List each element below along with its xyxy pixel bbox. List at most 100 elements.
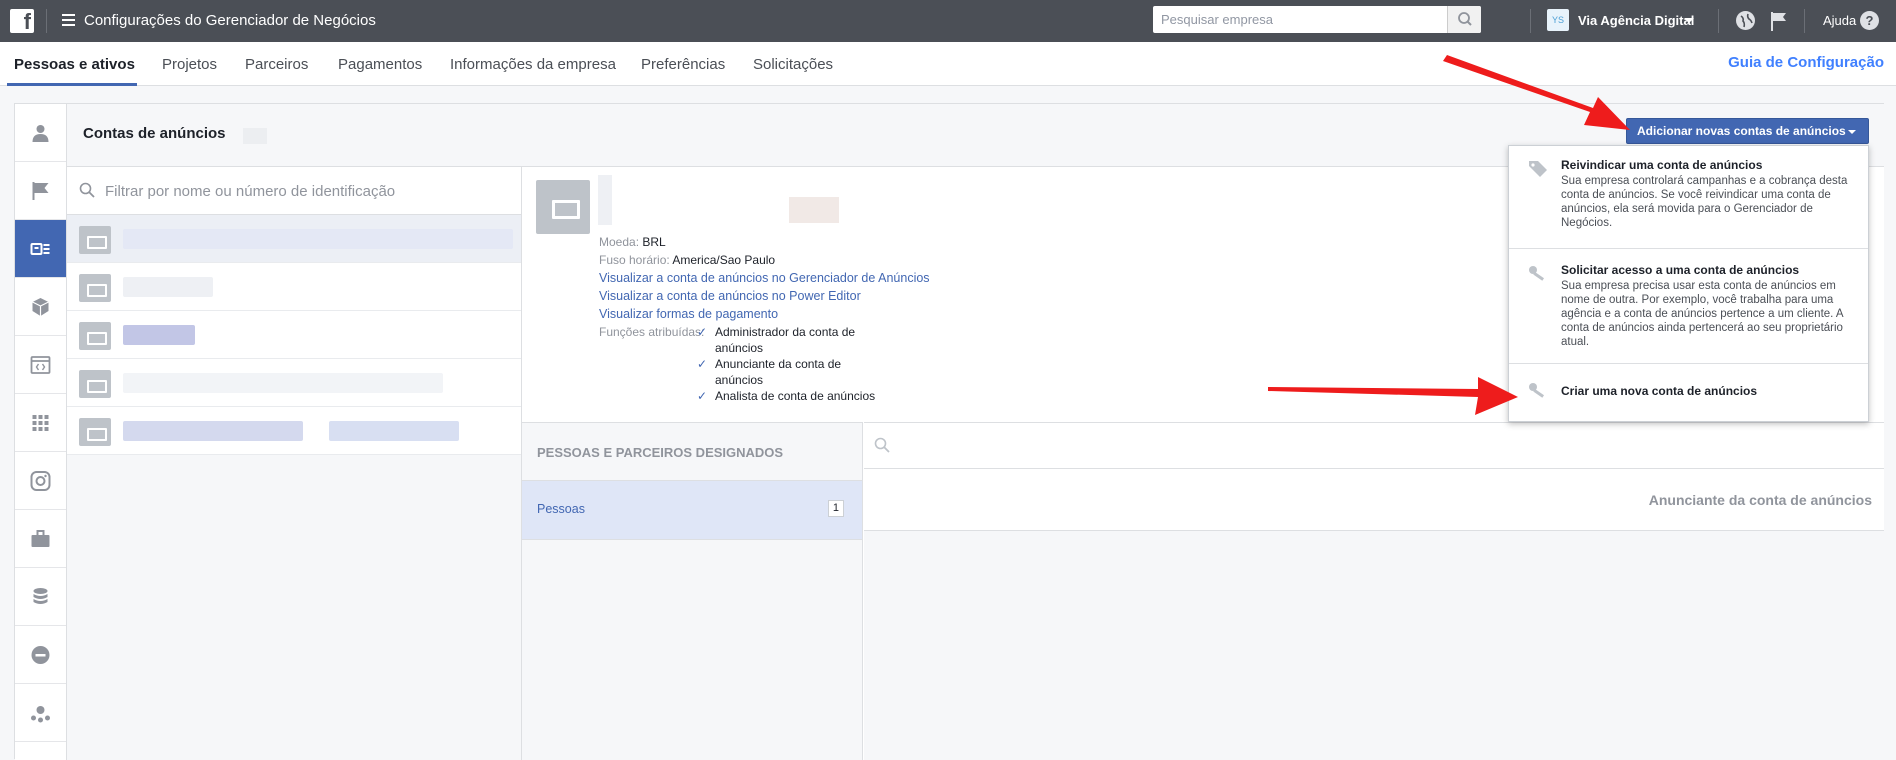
currency-row: Moeda: BRL <box>599 235 666 249</box>
rail-pages[interactable] <box>15 162 66 220</box>
people-count-badge: 1 <box>827 500 844 517</box>
menu-item-description: Sua empresa precisa usar esta conta de a… <box>1561 280 1843 348</box>
business-search-input[interactable] <box>1153 6 1443 33</box>
rail-apps[interactable] <box>15 394 66 452</box>
people-tab-label: Pessoas <box>537 502 585 516</box>
rail-catalogs[interactable] <box>15 278 66 336</box>
rail-offline-events[interactable] <box>15 568 66 626</box>
instagram-icon <box>30 471 51 491</box>
network-icon <box>31 706 50 723</box>
menu-item-claim[interactable]: Reivindicar uma conta de anúncios Sua em… <box>1509 146 1868 249</box>
chevron-down-icon <box>1848 130 1856 134</box>
people-tab[interactable]: Pessoas 1 <box>522 481 862 540</box>
tab-preferences[interactable]: Preferências <box>641 56 725 73</box>
app-title: Configurações do Gerenciador de Negócios <box>84 12 376 29</box>
asset-type-rail <box>15 104 67 760</box>
globe-icon[interactable] <box>1736 11 1755 30</box>
tab-partners[interactable]: Parceiros <box>245 56 308 73</box>
rail-block-lists[interactable] <box>15 626 66 684</box>
redacted-text <box>123 421 303 441</box>
add-ad-accounts-button[interactable]: Adicionar novas contas de anúncios <box>1626 118 1869 144</box>
menu-item-create-new[interactable]: Criar uma nova conta de anúncios <box>1509 364 1868 421</box>
key-icon <box>1529 266 1545 281</box>
list-item[interactable] <box>67 215 521 263</box>
timezone-row: Fuso horário: America/Sao Paulo <box>599 253 775 267</box>
person-role: Anunciante da conta de anúncios <box>1648 492 1872 508</box>
role-admin-cont: anúncios <box>715 341 764 355</box>
tab-requests[interactable]: Solicitações <box>753 56 833 73</box>
menu-item-title: Reivindicar uma conta de anúncios <box>1561 158 1763 172</box>
briefcase-icon <box>31 530 50 547</box>
key-icon <box>1529 383 1545 398</box>
search-button[interactable] <box>1447 6 1481 33</box>
role-advertiser-cont: anúncios <box>715 373 764 387</box>
view-in-power-editor-link[interactable]: Visualizar a conta de anúncios no Power … <box>599 289 861 303</box>
chevron-down-icon[interactable] <box>1684 18 1694 23</box>
list-item[interactable] <box>67 359 521 407</box>
list-item[interactable] <box>67 263 521 311</box>
tab-payments[interactable]: Pagamentos <box>338 56 422 73</box>
list-item[interactable] <box>67 311 521 359</box>
assigned-people-header: PESSOAS E PARCEIROS DESIGNADOS <box>522 423 862 481</box>
redacted-text <box>123 277 213 297</box>
tab-projects[interactable]: Projetos <box>162 56 217 73</box>
facebook-logo-icon[interactable]: f <box>10 9 34 34</box>
assigned-roles-label: Funções atribuídas: <box>599 325 705 339</box>
rail-people[interactable] <box>15 104 66 162</box>
blocked-icon <box>31 646 50 664</box>
checkmark-icon: ✓ <box>697 325 708 339</box>
database-icon <box>33 588 48 604</box>
role-analyst: Analista de conta de anúncios <box>715 389 876 403</box>
flag-icon <box>32 182 49 200</box>
ad-account-icon <box>79 418 111 446</box>
cube-icon <box>32 298 49 316</box>
assigned-people-section: PESSOAS E PARCEIROS DESIGNADOS Pessoas 1 <box>522 422 863 760</box>
search-icon <box>79 182 95 198</box>
ad-account-list <box>67 167 522 760</box>
currency-label: Moeda: <box>599 235 640 249</box>
role-advertiser: Anunciante da conta de <box>715 357 842 371</box>
tab-people-assets[interactable]: Pessoas e ativos <box>14 56 135 73</box>
section-title: Contas de anúncios <box>83 125 226 142</box>
rail-ad-accounts[interactable] <box>15 220 66 278</box>
redacted-block <box>243 128 267 144</box>
divider <box>1804 9 1805 33</box>
people-search[interactable] <box>864 423 1884 469</box>
filter-input[interactable] <box>103 180 503 202</box>
ad-account-icon <box>79 322 111 350</box>
help-icon[interactable]: ? <box>1860 11 1879 30</box>
business-search <box>1153 6 1481 33</box>
tag-icon <box>1529 161 1547 177</box>
business-avatar[interactable]: YS <box>1547 9 1569 31</box>
flag-icon[interactable] <box>1770 11 1788 31</box>
rail-pixels[interactable] <box>15 336 66 394</box>
assigned-people-title: PESSOAS E PARCEIROS DESIGNADOS <box>537 445 784 460</box>
currency-value: BRL <box>642 235 666 249</box>
redacted-text <box>123 373 443 393</box>
rail-instagram[interactable] <box>15 452 66 510</box>
view-in-ads-manager-link[interactable]: Visualizar a conta de anúncios no Gerenc… <box>599 271 930 285</box>
redacted-text <box>123 229 513 249</box>
view-payment-methods-link[interactable]: Visualizar formas de pagamento <box>599 307 778 321</box>
tab-business-info[interactable]: Informações da empresa <box>450 56 616 73</box>
redacted-text <box>123 325 195 345</box>
menu-icon[interactable] <box>62 14 75 26</box>
rail-business-assets[interactable] <box>15 510 66 568</box>
active-tab-indicator <box>7 83 137 86</box>
top-bar: f Configurações do Gerenciador de Negóci… <box>0 0 1896 42</box>
apps-grid-icon <box>32 415 49 431</box>
list-item[interactable] <box>67 407 521 455</box>
timezone-label: Fuso horário: <box>599 253 670 267</box>
menu-item-request-access[interactable]: Solicitar acesso a uma conta de anúncios… <box>1509 249 1868 364</box>
people-detail-section: Anunciante da conta de anúncios <box>864 422 1884 760</box>
add-ad-accounts-menu: Reivindicar uma conta de anúncios Sua em… <box>1508 145 1869 422</box>
setup-guide-link[interactable]: Guia de Configuração <box>1728 54 1884 71</box>
business-switcher[interactable]: Via Agência Digital <box>1578 13 1694 28</box>
ad-account-icon <box>79 226 111 254</box>
menu-item-title: Solicitar acesso a uma conta de anúncios <box>1561 263 1800 277</box>
settings-tabs: Pessoas e ativos Projetos Parceiros Paga… <box>0 42 1896 86</box>
redacted-text <box>329 421 459 441</box>
help-label[interactable]: Ajuda <box>1823 13 1856 28</box>
rail-partners[interactable] <box>15 684 66 742</box>
person-row: Anunciante da conta de anúncios <box>864 469 1884 531</box>
